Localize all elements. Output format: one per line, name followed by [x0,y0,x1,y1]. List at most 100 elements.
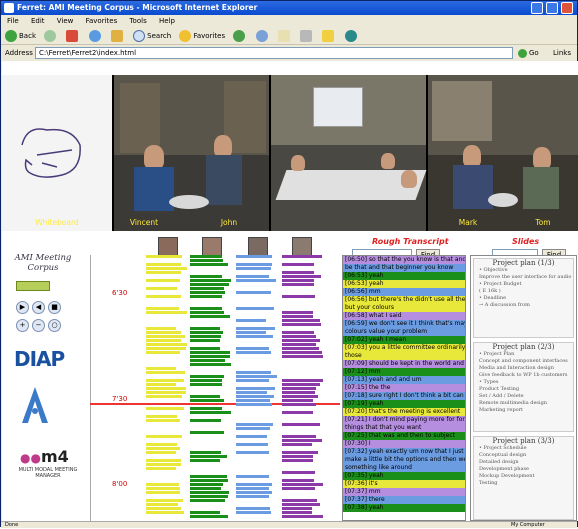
transcript-row[interactable]: [07:13] yeah and and um [343,376,465,384]
messenger-icon [344,30,357,42]
camera-view-mark-tom[interactable]: Mark Tom [428,75,578,231]
camera-view-vincent-john[interactable]: Vincent John [114,75,269,231]
forward-button[interactable] [44,27,58,45]
history-button[interactable] [255,27,270,45]
zoom-in-button[interactable]: + [16,319,29,332]
search-button[interactable]: Search [133,27,171,45]
links-button[interactable]: Links [553,46,571,60]
speaker-activity-bar [146,491,180,494]
slides-header: Slides [512,237,540,246]
speaker-activity-bar [190,331,223,334]
transcript-row[interactable]: [07:15] the the [343,384,465,392]
transcript-list[interactable]: [06:50] so that the you know is that and… [342,255,466,521]
address-input[interactable]: C:\Ferret\Ferret2\index.html [35,47,513,59]
transcript-row[interactable]: colours value your problem [343,328,465,336]
transcript-row[interactable]: [06:58] what I said [343,312,465,320]
speaker-activity-bar [190,375,224,378]
refresh-button[interactable] [88,27,103,45]
slides-panel[interactable]: Project plan (1/3) • Objective Improve t… [470,255,577,521]
transcript-row[interactable]: [06:50] so that the you know is that and… [343,256,465,264]
transcript-row[interactable]: [07:38] yeah [343,504,465,512]
speaker-face-2[interactable] [202,237,222,257]
speaker-activity-bar [282,319,320,322]
transcript-row[interactable]: [07:35] yeah [343,472,465,480]
status-text: Done [5,522,19,528]
speaker-activity-bar [190,475,227,478]
stop-playback-button[interactable]: ■ [48,301,61,314]
speaker-activity-bar [190,283,229,286]
menu-favorites[interactable]: Favorites [86,17,118,25]
rewind-button[interactable]: ◀ [32,301,45,314]
stop-button[interactable] [66,27,80,45]
transcript-row[interactable]: things that that you want [343,424,465,432]
minimize-button[interactable] [531,2,543,14]
whiteboard-view[interactable]: Whiteboard [2,75,112,231]
transcript-row[interactable]: [07:37] there [343,496,465,504]
transcript-row[interactable]: [06:59] we don't see it I think that's m… [343,320,465,328]
go-button[interactable]: Go [518,47,548,59]
media-button[interactable] [233,27,247,45]
transcript-row[interactable]: those [343,352,465,360]
window-title: Ferret: AMI Meeting Corpus - Microsoft I… [17,3,258,12]
menu-tools[interactable]: Tools [129,17,146,25]
speaker-activity-bar [236,335,273,338]
print-button[interactable] [300,27,314,45]
transcript-row[interactable]: be that and that beginner you know [343,264,465,272]
slide-1[interactable]: Project plan (1/3) • Objective Improve t… [473,258,574,338]
speaker-face-1[interactable] [158,237,178,257]
caption-mark: Mark [458,218,478,227]
messenger-button[interactable] [344,27,359,45]
slide-3[interactable]: Project plan (3/3) • Project Schedule Co… [473,436,574,520]
speaker-activity-bar [236,319,266,322]
menu-help[interactable]: Help [159,17,175,25]
address-label: Address [5,49,33,57]
transcript-row[interactable]: [07:30] I [343,440,465,448]
speaker-activity-bar [282,383,320,386]
mail-button[interactable] [277,27,292,45]
camera-view-room[interactable] [271,75,427,231]
zoom-reset-button[interactable]: ○ [48,319,61,332]
transcript-row[interactable]: make a little bit the options and then w… [343,456,465,464]
transcript-row[interactable]: [07:37] mm [343,488,465,496]
close-button[interactable] [561,2,573,14]
transcript-row[interactable]: [07:03] you a little committee ordinaril… [343,344,465,352]
transcript-row[interactable]: [07:36] it's [343,480,465,488]
menu-edit[interactable]: Edit [31,17,45,25]
menu-view[interactable]: View [57,17,74,25]
transcript-row[interactable]: [06:56] mm [343,288,465,296]
speaker-activity-bar [282,331,314,334]
home-button[interactable] [110,27,125,45]
transcript-row[interactable]: [07:19] yeah [343,400,465,408]
load-indicator[interactable] [16,281,50,291]
speaker-face-3[interactable] [248,237,268,257]
transcript-row[interactable]: [07:12] mm [343,368,465,376]
transcript-row[interactable]: [06:53] yeah [343,272,465,280]
speaker-activity-bar [236,291,271,294]
speaker-face-4[interactable] [292,237,312,257]
transcript-row[interactable]: [07:20] that's the meeting is excellent [343,408,465,416]
transcript-row[interactable]: [07:02] yeah I mean [343,336,465,344]
back-button[interactable]: Back [5,27,36,45]
transcript-row[interactable]: [06:53] yeah [343,280,465,288]
slide-2[interactable]: Project plan (2/3) • Project Plan Concep… [473,342,574,432]
slide-line: • Deadline [479,295,507,301]
edit-button[interactable] [322,27,336,45]
menu-file[interactable]: File [7,17,19,25]
transcript-row[interactable]: [07:32] yeah exactly um now that I just … [343,448,465,456]
play-button[interactable]: ▶ [16,301,29,314]
star-icon [179,30,192,42]
transcript-row[interactable]: [07:25] that was and then to subject [343,432,465,440]
favorites-button[interactable]: Favorites [179,27,225,45]
speaker-activity-bar [146,287,177,290]
speaker-activity-bar [190,279,231,282]
zoom-out-button[interactable]: − [32,319,45,332]
transcript-row[interactable]: [07:09] should be kept in the world and … [343,360,465,368]
transcript-row[interactable]: something like around [343,464,465,472]
timeline[interactable]: 6'30 7'30 8'00 [90,255,340,521]
maximize-button[interactable] [546,2,558,14]
transcript-row[interactable]: [07:18] sure right I don't think a bit c… [343,392,465,400]
transcript-row[interactable]: [07:21] I don't mind paying more for for… [343,416,465,424]
transcript-row[interactable]: [06:56] but there's the didn't use all t… [343,296,465,304]
transcript-row[interactable]: but your colours [343,304,465,312]
speaker-activity-bar [190,287,224,290]
